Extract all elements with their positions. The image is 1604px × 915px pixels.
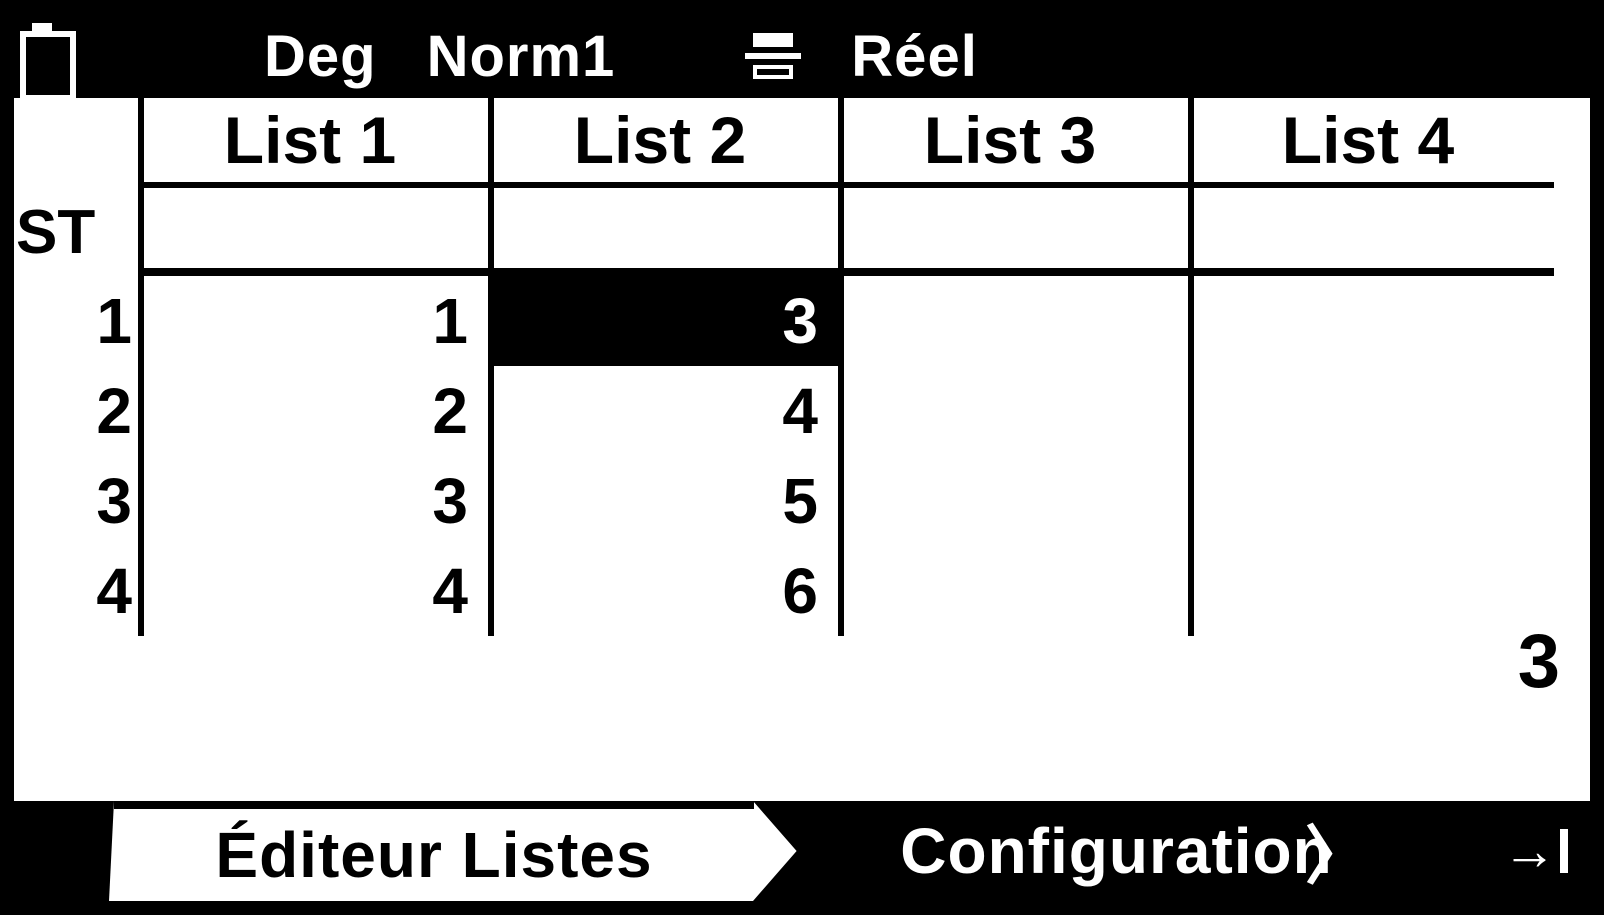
sub-cell-1[interactable] <box>144 188 494 276</box>
tab-active-label: Éditeur Listes <box>215 818 652 892</box>
row-index: 3 <box>14 456 144 546</box>
cell-l3-r2[interactable] <box>844 366 1194 456</box>
current-cell-value: 3 <box>1518 618 1560 705</box>
table-row: 1 1 3 <box>14 276 1590 366</box>
col-header-4[interactable]: List 4 <box>1194 98 1554 188</box>
table-sub-row: ST <box>14 188 1590 276</box>
cell-l4-r3[interactable] <box>1194 456 1554 546</box>
table-row: 3 3 5 <box>14 456 1590 546</box>
sub-cell-4[interactable] <box>1194 188 1554 276</box>
arrow-next-icon: → <box>1503 820 1568 882</box>
sub-cell-2[interactable] <box>494 188 844 276</box>
cell-l1-r4[interactable]: 4 <box>144 546 494 636</box>
fraction-mode-icon <box>745 31 801 81</box>
row-index: 4 <box>14 546 144 636</box>
table-row: 2 2 4 <box>14 366 1590 456</box>
sub-label: ST <box>14 188 144 276</box>
tab-more-button[interactable]: → <box>1480 801 1590 901</box>
battery-icon <box>20 23 64 89</box>
col-header-1[interactable]: List 1 <box>144 98 494 188</box>
header-corner <box>14 98 144 188</box>
status-bar: Deg Norm1 Réel <box>14 14 1590 98</box>
cell-l4-r1[interactable] <box>1194 276 1554 366</box>
list-table-area[interactable]: List 1 List 2 List 3 List 4 ST 1 1 3 <box>14 98 1590 801</box>
calculator-screen: Deg Norm1 Réel List 1 List 2 List 3 List… <box>0 0 1604 915</box>
chevron-right-icon: 〉 <box>1305 805 1370 897</box>
cell-l1-r2[interactable]: 2 <box>144 366 494 456</box>
tab-inactive-label: Configuration <box>900 814 1332 888</box>
table-row: 4 4 6 <box>14 546 1590 636</box>
tab-configuration[interactable]: Configuration 〉 <box>753 801 1480 901</box>
tab-list-editor[interactable]: Éditeur Listes <box>114 801 754 901</box>
row-index: 1 <box>14 276 144 366</box>
cell-l3-r3[interactable] <box>844 456 1194 546</box>
cell-l2-r4[interactable]: 6 <box>494 546 844 636</box>
cell-l4-r4[interactable] <box>1194 546 1554 636</box>
bottom-tab-bar: Éditeur Listes Configuration 〉 → <box>14 801 1590 901</box>
tab-stub <box>14 801 114 901</box>
display-mode: Norm1 <box>427 23 616 90</box>
cell-l2-r3[interactable]: 5 <box>494 456 844 546</box>
cell-l3-r1[interactable] <box>844 276 1194 366</box>
cell-l4-r2[interactable] <box>1194 366 1554 456</box>
data-rows: 1 1 3 2 2 4 3 3 5 <box>14 276 1590 636</box>
angle-mode: Deg <box>264 23 377 90</box>
cell-l1-r1[interactable]: 1 <box>144 276 494 366</box>
sub-cell-3[interactable] <box>844 188 1194 276</box>
row-index: 2 <box>14 366 144 456</box>
number-mode: Réel <box>851 23 978 90</box>
cell-l2-r1[interactable]: 3 <box>494 276 844 366</box>
cell-l3-r4[interactable] <box>844 546 1194 636</box>
col-header-3[interactable]: List 3 <box>844 98 1194 188</box>
status-modes: Deg Norm1 Réel <box>264 23 978 90</box>
cell-l2-r2[interactable]: 4 <box>494 366 844 456</box>
table-header-row: List 1 List 2 List 3 List 4 <box>14 98 1590 188</box>
col-header-2[interactable]: List 2 <box>494 98 844 188</box>
cell-l1-r3[interactable]: 3 <box>144 456 494 546</box>
